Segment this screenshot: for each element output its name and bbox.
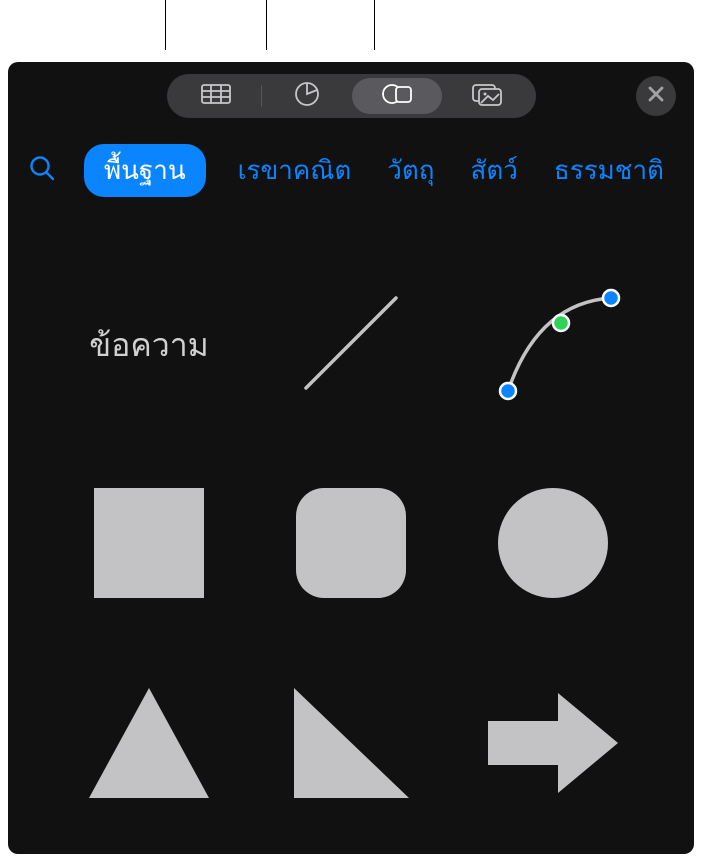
shapes-segment[interactable]	[352, 78, 442, 114]
shape-text[interactable]: ข้อความ	[79, 275, 219, 415]
tables-segment[interactable]	[171, 78, 261, 114]
shape-circle[interactable]	[483, 475, 623, 615]
category-tab-nature[interactable]: ธรรมชาติ	[550, 144, 668, 197]
shape-line[interactable]	[281, 275, 421, 415]
category-tab-geometry[interactable]: เรขาคณิต	[234, 144, 356, 197]
rounded-square-icon	[296, 488, 406, 603]
callout-line-3	[374, 0, 375, 50]
categories-bar: พื้นฐาน เรขาคณิต วัตถุ สัตว์ ธรรมชาติ อ	[8, 126, 694, 215]
callout-line-2	[266, 0, 267, 50]
category-tab-objects[interactable]: วัตถุ	[383, 144, 438, 197]
shape-arrow-right[interactable]	[483, 675, 623, 815]
arrow-right-icon	[488, 693, 618, 798]
shapes-icon	[381, 81, 413, 112]
chart-icon	[294, 81, 320, 112]
line-icon	[291, 283, 411, 408]
media-icon	[471, 81, 503, 112]
triangle-icon	[89, 688, 209, 803]
callout-line-1	[165, 0, 166, 50]
text-shape-label: ข้อความ	[89, 320, 209, 371]
table-icon	[201, 82, 231, 111]
shape-triangle[interactable]	[79, 675, 219, 815]
curve-icon	[483, 273, 623, 418]
toolbar	[8, 62, 694, 126]
search-button[interactable]	[28, 154, 56, 187]
circle-icon	[498, 488, 608, 603]
category-tab-basic[interactable]: พื้นฐาน	[84, 144, 206, 197]
right-triangle-icon	[294, 688, 409, 803]
shape-curve[interactable]	[483, 275, 623, 415]
media-segment[interactable]	[442, 78, 532, 114]
close-icon	[648, 86, 664, 107]
insert-segmented-control	[167, 74, 536, 118]
charts-segment[interactable]	[262, 78, 352, 114]
search-icon	[28, 154, 56, 187]
shapes-grid: ข้อความ	[8, 215, 694, 854]
insert-panel: พื้นฐาน เรขาคณิต วัตถุ สัตว์ ธรรมชาติ อ …	[8, 62, 694, 854]
shape-rounded-square[interactable]	[281, 475, 421, 615]
close-button[interactable]	[636, 76, 676, 116]
square-icon	[94, 488, 204, 603]
shape-right-triangle[interactable]	[281, 675, 421, 815]
shape-square[interactable]	[79, 475, 219, 615]
category-tab-animals[interactable]: สัตว์	[467, 144, 522, 197]
